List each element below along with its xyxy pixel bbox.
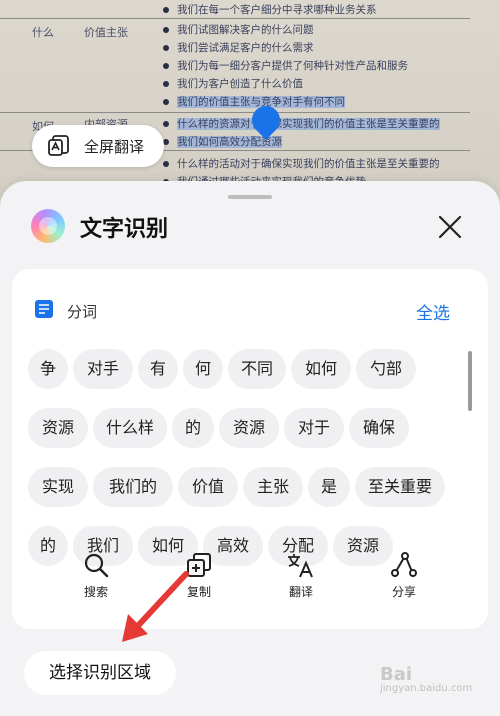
table-rule: [0, 18, 470, 19]
share-button[interactable]: 分享: [374, 551, 434, 600]
translate-label: 翻译: [288, 585, 313, 599]
select-region-button[interactable]: 选择识别区域: [24, 651, 176, 695]
word-chip[interactable]: 是: [308, 467, 350, 507]
word-chip[interactable]: 如何: [291, 349, 351, 389]
word-chip[interactable]: 什么样: [93, 408, 167, 448]
doc-row: 什么样的活动对于确保实现我们的价值主张是至关重要的: [163, 156, 440, 171]
translate-button[interactable]: 翻译: [271, 551, 331, 600]
copy-icon: [187, 553, 211, 577]
copy-button[interactable]: 复制: [169, 551, 229, 600]
doc-row-highlighted: 我们的价值主张与竞争对手有何不同: [163, 94, 345, 109]
doc-row: 我们在每一个客户细分中寻求哪种业务关系: [163, 2, 377, 17]
fullscreen-translate-button[interactable]: 全屏翻译: [32, 125, 164, 167]
word-chip[interactable]: 我们的: [93, 467, 173, 507]
translate-doc-icon: [48, 135, 69, 156]
action-bar: 搜索 复制 翻译 分享: [0, 541, 500, 621]
word-chip[interactable]: 确保: [349, 408, 409, 448]
doc-row-highlighted: 什么样的资源对于确保实现我们的价值主张是至关重要的: [163, 116, 440, 131]
search-button[interactable]: 搜索: [66, 551, 126, 600]
word-chip[interactable]: 资源: [28, 408, 88, 448]
doc-category: 什么: [32, 26, 54, 39]
app-logo: [31, 209, 65, 243]
word-chip[interactable]: 至关重要: [355, 467, 445, 507]
doc-row: 我们尝试满足客户的什么需求: [163, 40, 314, 55]
word-chip[interactable]: 主张: [243, 467, 303, 507]
doc-row: 我们为每一细分客户提供了何种针对性产品和服务: [163, 58, 408, 73]
word-chip[interactable]: 实现: [28, 467, 88, 507]
select-all-button[interactable]: 全选: [416, 299, 450, 324]
segment-icon: [35, 300, 53, 318]
word-chip[interactable]: 勺部: [356, 349, 416, 389]
word-chip[interactable]: 争: [28, 349, 68, 389]
translate-icon: [288, 554, 313, 578]
scrollbar[interactable]: [468, 351, 472, 411]
word-chip[interactable]: 何: [183, 349, 223, 389]
share-icon: [391, 552, 417, 577]
doc-row: 我们为客户创造了什么价值: [163, 76, 303, 91]
close-icon[interactable]: [434, 211, 466, 243]
word-chip[interactable]: 资源: [219, 408, 279, 448]
background-document: 什么 价值主张 如何 内部资源 我们在每一个客户细分中寻求哪种业务关系 我们试图…: [0, 0, 500, 200]
word-chip[interactable]: 有: [138, 349, 178, 389]
word-chip[interactable]: 对于: [284, 408, 344, 448]
copy-label: 复制: [186, 585, 211, 599]
segment-label: 分词: [67, 303, 98, 321]
doc-row: 我们试图解决客户的什么问题: [163, 22, 314, 37]
fullscreen-translate-label: 全屏翻译: [84, 137, 145, 156]
watermark-text: Bai: [380, 664, 413, 685]
share-label: 分享: [391, 585, 416, 599]
word-chip[interactable]: 价值: [178, 467, 238, 507]
search-icon: [84, 553, 109, 578]
search-label: 搜索: [83, 585, 108, 599]
drag-handle[interactable]: [228, 195, 272, 199]
word-chip[interactable]: 不同: [228, 349, 286, 389]
watermark-subtext: jingyan.baidu.com: [380, 683, 473, 694]
word-chip[interactable]: 的: [172, 408, 214, 448]
text-recognition-sheet: 文字识别 分词 全选 争 对手 有 何 不同 如何 勺部 资源 什么样 的 资源…: [0, 181, 500, 716]
doc-category: 价值主张: [84, 26, 128, 39]
sheet-title: 文字识别: [80, 217, 169, 242]
watermark: Bai jingyan.baidu.com: [380, 664, 472, 694]
word-chip[interactable]: 对手: [73, 349, 133, 389]
table-rule: [0, 112, 470, 113]
